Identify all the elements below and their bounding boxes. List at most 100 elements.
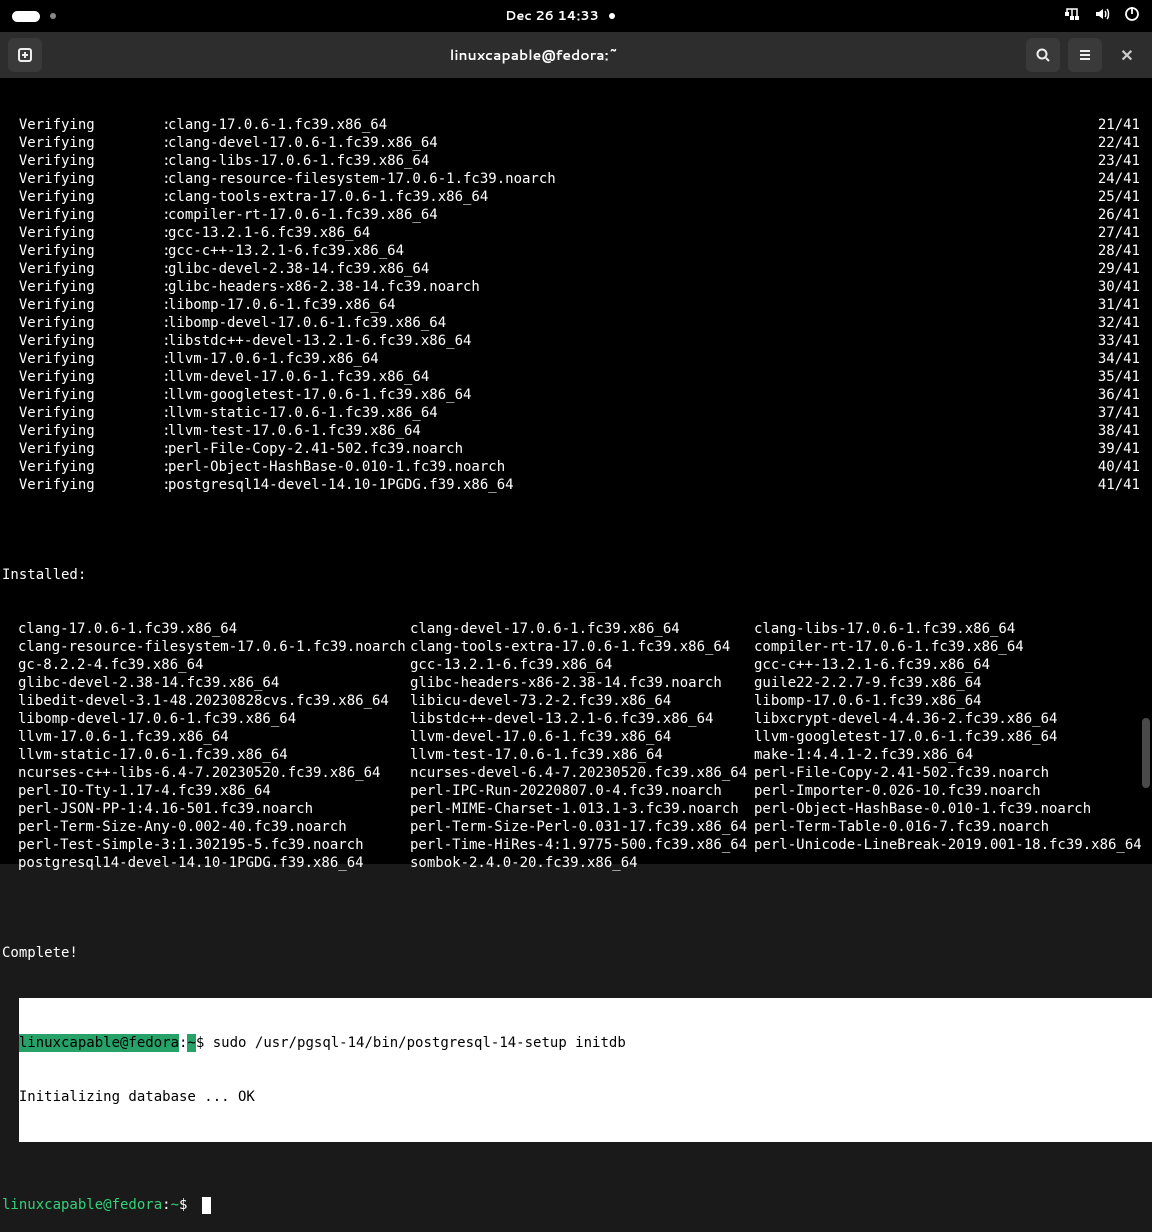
- prompt-user: linuxcapable@fedora: [2, 1196, 162, 1214]
- verify-label: Verifying :: [2, 260, 168, 278]
- verify-label: Verifying :: [2, 332, 168, 350]
- power-icon[interactable]: [1124, 6, 1140, 27]
- installed-row: llvm-17.0.6-1.fc39.x86_64llvm-devel-17.0…: [2, 728, 1152, 746]
- verify-label: Verifying :: [2, 152, 168, 170]
- verify-label: Verifying :: [2, 476, 168, 494]
- close-button[interactable]: ✕: [1110, 44, 1144, 67]
- verify-line: Verifying : clang-libs-17.0.6-1.fc39.x86…: [2, 152, 1152, 170]
- verify-label: Verifying :: [2, 134, 168, 152]
- verify-line: Verifying : llvm-17.0.6-1.fc39.x86_6434/…: [2, 350, 1152, 368]
- installed-row: glibc-devel-2.38-14.fc39.x86_64glibc-hea…: [2, 674, 1152, 692]
- verify-label: Verifying :: [2, 170, 168, 188]
- verify-package: llvm-static-17.0.6-1.fc39.x86_64: [168, 404, 1098, 422]
- installed-package: perl-IO-Tty-1.17-4.fc39.x86_64: [2, 782, 410, 800]
- terminal-content[interactable]: Verifying : clang-17.0.6-1.fc39.x86_6421…: [0, 78, 1152, 864]
- installed-row: libedit-devel-3.1-48.20230828cvs.fc39.x8…: [2, 692, 1152, 710]
- installed-package: clang-tools-extra-17.0.6-1.fc39.x86_64: [410, 638, 754, 656]
- installed-row: gc-8.2.2-4.fc39.x86_64gcc-13.2.1-6.fc39.…: [2, 656, 1152, 674]
- installed-package: libstdc++-devel-13.2.1-6.fc39.x86_64: [410, 710, 754, 728]
- verify-package: glibc-devel-2.38-14.fc39.x86_64: [168, 260, 1098, 278]
- system-tray[interactable]: [1064, 6, 1140, 27]
- prompt-dollar: $: [196, 1034, 213, 1052]
- verify-line: Verifying : llvm-test-17.0.6-1.fc39.x86_…: [2, 422, 1152, 440]
- verify-package: clang-tools-extra-17.0.6-1.fc39.x86_64: [168, 188, 1098, 206]
- installed-row: perl-Test-Simple-3:1.302195-5.fc39.noarc…: [2, 836, 1152, 854]
- installed-package: gcc-13.2.1-6.fc39.x86_64: [410, 656, 754, 674]
- installed-package: libomp-17.0.6-1.fc39.x86_64: [754, 692, 1152, 710]
- installed-package: perl-MIME-Charset-1.013.1-3.fc39.noarch: [410, 800, 754, 818]
- prompt-path: ~: [187, 1034, 195, 1052]
- verify-label: Verifying :: [2, 296, 168, 314]
- verify-label: Verifying :: [2, 116, 168, 134]
- network-icon[interactable]: [1064, 6, 1080, 27]
- verify-label: Verifying :: [2, 404, 168, 422]
- activities-area[interactable]: [12, 11, 56, 22]
- installed-package: ncurses-devel-6.4-7.20230520.fc39.x86_64: [410, 764, 754, 782]
- verify-label: Verifying :: [2, 314, 168, 332]
- installed-package: libomp-devel-17.0.6-1.fc39.x86_64: [2, 710, 410, 728]
- clock-area[interactable]: Dec 26 14:33: [505, 7, 615, 25]
- verify-package: libomp-devel-17.0.6-1.fc39.x86_64: [168, 314, 1098, 332]
- verify-package: clang-devel-17.0.6-1.fc39.x86_64: [168, 134, 1098, 152]
- installed-package: guile22-2.2.7-9.fc39.x86_64: [754, 674, 1152, 692]
- installed-package: sombok-2.4.0-20.fc39.x86_64: [410, 854, 754, 872]
- installed-row: perl-IO-Tty-1.17-4.fc39.x86_64perl-IPC-R…: [2, 782, 1152, 800]
- verify-package: perl-File-Copy-2.41-502.fc39.noarch: [168, 440, 1098, 458]
- verify-line: Verifying : libstdc++-devel-13.2.1-6.fc3…: [2, 332, 1152, 350]
- installed-package: ncurses-c++-libs-6.4-7.20230520.fc39.x86…: [2, 764, 410, 782]
- verify-package: glibc-headers-x86-2.38-14.fc39.noarch: [168, 278, 1098, 296]
- installed-package: postgresql14-devel-14.10-1PGDG.f39.x86_6…: [2, 854, 410, 872]
- installed-package: glibc-devel-2.38-14.fc39.x86_64: [2, 674, 410, 692]
- command-text: sudo /usr/pgsql-14/bin/postgresql-14-set…: [213, 1034, 626, 1052]
- verify-label: Verifying :: [2, 422, 168, 440]
- installed-package: perl-Unicode-LineBreak-2019.001-18.fc39.…: [754, 836, 1152, 854]
- command-output: Initializing database ... OK: [19, 1088, 1152, 1106]
- verify-line: Verifying : llvm-devel-17.0.6-1.fc39.x86…: [2, 368, 1152, 386]
- menu-button[interactable]: [1068, 38, 1102, 72]
- verify-label: Verifying :: [2, 224, 168, 242]
- verify-label: Verifying :: [2, 188, 168, 206]
- installed-package: libedit-devel-3.1-48.20230828cvs.fc39.x8…: [2, 692, 410, 710]
- verify-label: Verifying :: [2, 278, 168, 296]
- installed-row: libomp-devel-17.0.6-1.fc39.x86_64libstdc…: [2, 710, 1152, 728]
- installed-package: clang-libs-17.0.6-1.fc39.x86_64: [754, 620, 1152, 638]
- installed-package: glibc-headers-x86-2.38-14.fc39.noarch: [410, 674, 754, 692]
- verify-line: Verifying : gcc-13.2.1-6.fc39.x86_6427/4…: [2, 224, 1152, 242]
- clock-text: Dec 26 14:33: [505, 7, 599, 25]
- scrollbar-thumb[interactable]: [1142, 718, 1150, 788]
- verify-package: perl-Object-HashBase-0.010-1.fc39.noarch: [168, 458, 1098, 476]
- installed-package: llvm-17.0.6-1.fc39.x86_64: [2, 728, 410, 746]
- volume-icon[interactable]: [1094, 6, 1110, 27]
- cursor: [202, 1197, 211, 1214]
- prompt-dollar: $: [179, 1196, 196, 1214]
- installed-row: perl-Term-Size-Any-0.002-40.fc39.noarchp…: [2, 818, 1152, 836]
- installed-package: llvm-devel-17.0.6-1.fc39.x86_64: [410, 728, 754, 746]
- prompt-sep: :: [179, 1034, 187, 1052]
- installed-package: gc-8.2.2-4.fc39.x86_64: [2, 656, 410, 674]
- installed-package: perl-Importer-0.026-10.fc39.noarch: [754, 782, 1152, 800]
- installed-package: perl-Term-Size-Perl-0.031-17.fc39.x86_64: [410, 818, 754, 836]
- installed-package: clang-17.0.6-1.fc39.x86_64: [2, 620, 410, 638]
- installed-package: llvm-static-17.0.6-1.fc39.x86_64: [2, 746, 410, 764]
- scrollbar[interactable]: [1140, 78, 1150, 848]
- verify-label: Verifying :: [2, 458, 168, 476]
- verify-line: Verifying : compiler-rt-17.0.6-1.fc39.x8…: [2, 206, 1152, 224]
- search-button[interactable]: [1026, 38, 1060, 72]
- installed-package: perl-Term-Table-0.016-7.fc39.noarch: [754, 818, 1152, 836]
- verify-line: Verifying : libomp-devel-17.0.6-1.fc39.x…: [2, 314, 1152, 332]
- installed-package: perl-Time-HiRes-4:1.9775-500.fc39.x86_64: [410, 836, 754, 854]
- prompt-line[interactable]: linuxcapable@fedora:~$: [2, 1196, 1152, 1214]
- verify-package: clang-17.0.6-1.fc39.x86_64: [168, 116, 1098, 134]
- installed-package: llvm-test-17.0.6-1.fc39.x86_64: [410, 746, 754, 764]
- verify-line: Verifying : gcc-c++-13.2.1-6.fc39.x86_64…: [2, 242, 1152, 260]
- installed-row: clang-17.0.6-1.fc39.x86_64clang-devel-17…: [2, 620, 1152, 638]
- gnome-topbar: Dec 26 14:33: [0, 0, 1152, 32]
- verify-line: Verifying : clang-tools-extra-17.0.6-1.f…: [2, 188, 1152, 206]
- installed-row: llvm-static-17.0.6-1.fc39.x86_64llvm-tes…: [2, 746, 1152, 764]
- verify-line: Verifying : libomp-17.0.6-1.fc39.x86_643…: [2, 296, 1152, 314]
- new-tab-button[interactable]: [8, 38, 42, 72]
- verify-package: llvm-devel-17.0.6-1.fc39.x86_64: [168, 368, 1098, 386]
- prompt-sep: :: [162, 1196, 170, 1214]
- verify-line: Verifying : llvm-googletest-17.0.6-1.fc3…: [2, 386, 1152, 404]
- verify-line: Verifying : postgresql14-devel-14.10-1PG…: [2, 476, 1152, 494]
